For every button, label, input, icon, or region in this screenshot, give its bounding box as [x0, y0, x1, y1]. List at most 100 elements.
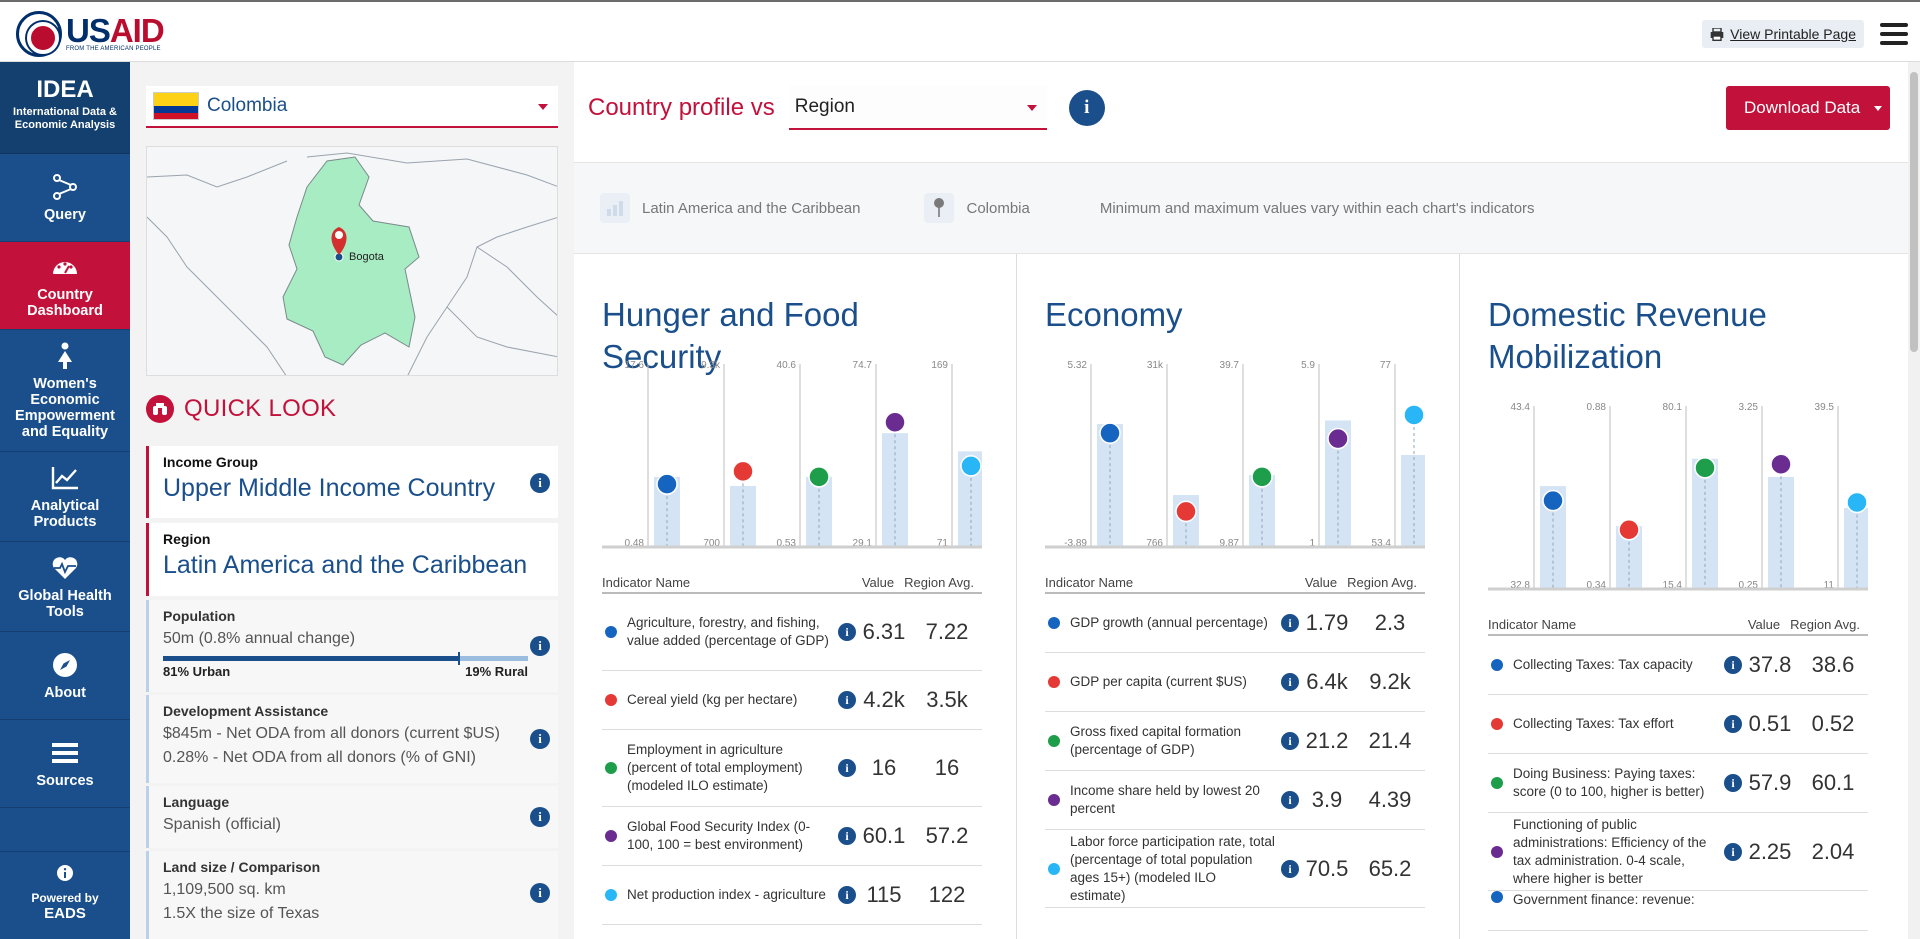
table-row: Government finance: revenue: [1488, 891, 1868, 931]
indicator-region-avg: 9.2k [1369, 669, 1411, 694]
table-economy: Indicator Name Value Region Avg. GDP gro… [1045, 572, 1425, 908]
indicator-name: Doing Business: Paying taxes: score (0 t… [1513, 766, 1705, 799]
chevron-down-icon [1026, 105, 1037, 111]
income-group-value: Upper Middle Income Country [163, 474, 496, 502]
panel-economy: Economy 5.32 -3.89 31k 766 39.7 9.87 5.9 1 77 53.… [1017, 254, 1460, 939]
nav-item-query[interactable]: Query [0, 154, 130, 242]
urban-rural-divider [457, 652, 460, 665]
urban-fill [163, 656, 459, 661]
comparison-selector[interactable]: Region [788, 86, 1047, 130]
indicator-info-icon[interactable]: i [838, 623, 856, 641]
country-value-marker [1694, 457, 1716, 479]
legend-note: Minimum and maximum values vary within e… [1099, 199, 1535, 217]
indicator-name: Global Food Security Index (0-100, 100 =… [627, 819, 811, 852]
indicator-info-icon[interactable]: i [838, 827, 856, 845]
powered-by-eads[interactable]: Powered by EADS [0, 851, 130, 939]
indicator-color-dot [1491, 891, 1503, 903]
chart-economy-svg: 5.32-3.8931k76639.79.875.917753.4 [1045, 360, 1425, 549]
language-info-icon[interactable]: i [530, 807, 550, 827]
country-value-marker [1099, 422, 1121, 444]
chevron-down-icon [538, 104, 548, 110]
population-value: 50m (0.8% annual change) [163, 630, 356, 647]
main-content: Country profile vs Region i Download Dat… [574, 62, 1908, 939]
nav-item-analytical-products[interactable]: Analytical Products [0, 452, 130, 542]
land-size-info-icon[interactable]: i [530, 883, 550, 903]
country-profile-label: Country profile vs [588, 94, 775, 121]
table-row: Agriculture, forestry, and fishing, valu… [602, 594, 982, 671]
region-value: Latin America and the Caribbean [163, 551, 528, 579]
table-row: Doing Business: Paying taxes: score (0 t… [1488, 754, 1868, 813]
indicator-info-icon[interactable]: i [838, 759, 856, 777]
country-map[interactable]: Bogota [146, 146, 558, 376]
income-group-info-icon[interactable]: i [530, 473, 550, 493]
brand-title: IDEA [36, 76, 94, 103]
land-size-card: Land size / Comparison 1,109,500 sq. km … [146, 851, 558, 939]
idea-brand[interactable]: IDEA International Data & Economic Analy… [0, 62, 130, 154]
chart-max-label: 5.32 [1068, 360, 1088, 371]
main-scrollbar[interactable] [1908, 62, 1920, 939]
nav-label-country-dashboard: Country Dashboard [27, 287, 103, 319]
table-row: Labor force participation rate, total (p… [1045, 830, 1425, 908]
indicator-color-dot [1048, 862, 1060, 875]
country-selector-value: Colombia [207, 95, 288, 116]
indicator-info-icon[interactable]: i [1281, 614, 1299, 632]
nav-item-womens-economic-empowerment[interactable]: Women's Economic Empowerment and Equalit… [0, 330, 130, 452]
download-caret-icon[interactable] [1874, 106, 1882, 111]
indicator-region-avg: 2.04 [1811, 838, 1855, 864]
table-row: GDP growth (annual percentage) i 1.79 2.3 [1045, 594, 1425, 653]
indicator-info-icon[interactable]: i [1724, 715, 1742, 733]
table-row: Collecting Taxes: Tax capacity i 37.8 38.6 [1488, 636, 1868, 695]
quick-look-header: QUICK LOOK [146, 395, 336, 423]
usaid-logo[interactable]: USAID FROM THE AMERICAN PEOPLE [16, 11, 165, 57]
indicator-info-icon[interactable]: i [1281, 791, 1299, 809]
country-value-marker [1251, 466, 1273, 488]
table-row: Employment in agriculture (percent of to… [602, 730, 982, 807]
indicator-info-icon[interactable]: i [1281, 673, 1299, 691]
indicator-region-avg: 38.6 [1811, 652, 1855, 677]
development-assistance-info-icon[interactable]: i [530, 729, 550, 749]
chart-max-label: 40.6 [777, 360, 797, 371]
indicator-info-icon[interactable]: i [1724, 656, 1742, 674]
population-info-icon[interactable]: i [530, 636, 550, 656]
population-label: Population [163, 608, 236, 624]
indicator-info-icon[interactable]: i [1724, 774, 1742, 792]
indicator-info-icon[interactable]: i [838, 886, 856, 904]
indicator-color-dot [605, 626, 617, 638]
indicator-name: Government finance: revenue: [1513, 892, 1695, 907]
country-value-marker [960, 455, 982, 477]
hamburger-menu-icon[interactable] [1880, 23, 1908, 45]
printable-page-button[interactable]: View Printable Page [1702, 20, 1864, 48]
indicator-name: Labor force participation rate, total (p… [1070, 833, 1275, 903]
printable-page-link[interactable]: View Printable Page [1730, 26, 1856, 42]
table-row: Global Food Security Index (0-100, 100 =… [602, 807, 982, 866]
table-row: GDP per capita (current $US) i 6.4k 9.2k [1045, 653, 1425, 712]
indicator-info-icon[interactable]: i [1281, 859, 1299, 878]
indicator-name: Collecting Taxes: Tax capacity [1513, 657, 1693, 672]
country-selector[interactable]: Colombia [146, 86, 558, 128]
region-average-bar [1401, 455, 1425, 546]
population-card: Population 50m (0.8% annual change) 81% … [146, 600, 558, 692]
chart-max-label: 9.3k [701, 360, 721, 371]
urban-rural-bar [163, 652, 528, 665]
download-data-button[interactable]: Download Data [1726, 86, 1890, 130]
indicator-value: 115 [866, 882, 902, 907]
land-size-value-1: 1,109,500 sq. km [163, 881, 286, 898]
logo-tagline: FROM THE AMERICAN PEOPLE [66, 46, 161, 52]
indicator-info-icon[interactable]: i [1724, 842, 1742, 861]
nav-item-about[interactable]: About [0, 632, 130, 720]
indicator-info-icon[interactable]: i [1281, 732, 1299, 750]
indicator-color-dot [605, 694, 617, 706]
land-size-label: Land size / Comparison [163, 859, 321, 875]
indicator-info-icon[interactable]: i [838, 691, 856, 709]
comparison-info-icon[interactable]: i [1068, 90, 1105, 126]
nav-item-sources[interactable]: Sources [0, 720, 130, 808]
chart-hunger: 17.6 0.48 9.3k 700 40.6 0.53 74.7 29.1 169 71 [602, 350, 982, 560]
chart-max-label: 3.25 [1739, 402, 1759, 413]
nav-item-country-dashboard[interactable]: Country Dashboard [0, 242, 130, 330]
chart-economy: 5.32 -3.89 31k 766 39.7 9.87 5.9 1 77 53.4 [1045, 350, 1425, 560]
colombia-flag-icon [153, 92, 199, 120]
nav-label-about: About [44, 685, 86, 701]
scrollbar-thumb[interactable] [1910, 72, 1918, 352]
nav-item-global-health-tools[interactable]: Global Health Tools [0, 542, 130, 632]
language-label: Language [163, 794, 230, 810]
